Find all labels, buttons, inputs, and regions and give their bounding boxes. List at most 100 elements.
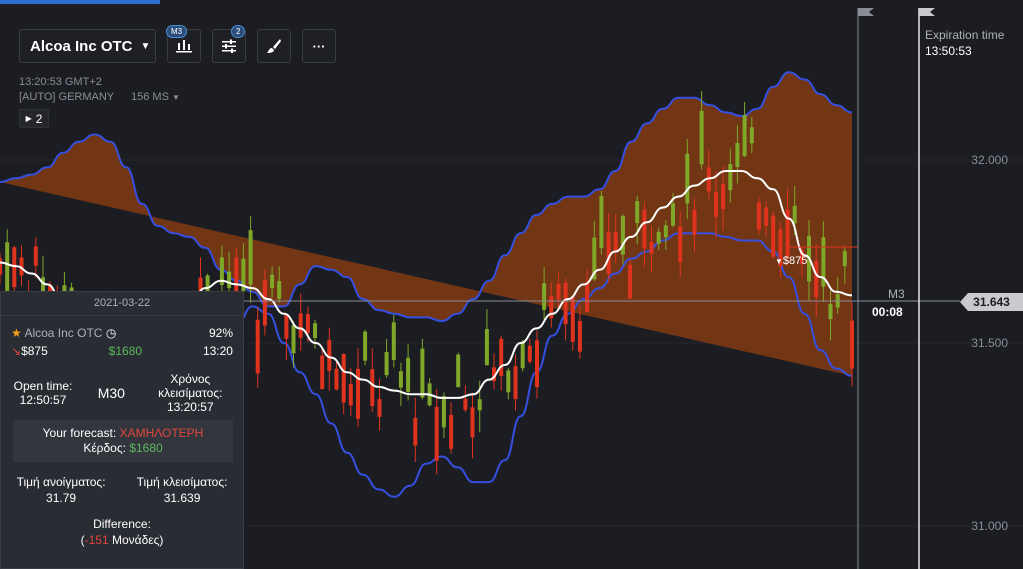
candle-body [714, 192, 718, 217]
difference-label: Difference: [93, 517, 151, 531]
candle-body [656, 231, 661, 244]
current-timeframe: M3 [888, 287, 905, 301]
candle-body [227, 271, 232, 288]
candle-body [370, 369, 375, 406]
candle-body [764, 207, 769, 226]
chevron-down-icon: ▼ [171, 93, 180, 102]
candle-body [792, 205, 797, 224]
arrow-down-icon: ▼ [775, 257, 783, 266]
asset-name: Alcoa Inc OTC [30, 37, 133, 55]
candle-body [413, 417, 418, 446]
candle-body [771, 215, 776, 257]
candle-body [613, 232, 618, 251]
candle-body [391, 322, 396, 360]
profit-label: Κέρδος: [83, 441, 126, 455]
timeframe-button[interactable]: M3 [166, 25, 201, 63]
candle-body [585, 281, 590, 312]
candle-body [742, 115, 747, 157]
candle-body [628, 264, 633, 299]
server-region: [AUTO] GERMANY [19, 91, 115, 103]
trade-asset: ★ Alcoa Inc OTC ◷ [11, 326, 116, 340]
candle-body [850, 320, 854, 369]
candle-body [305, 314, 310, 333]
latency-selector[interactable]: 156 MS ▼ [131, 91, 180, 103]
candle-body [12, 247, 17, 288]
candle-body [721, 184, 726, 210]
clock-icon: ◷ [105, 326, 117, 340]
candle-body [542, 283, 547, 310]
trade-date: 2021-03-22 [1, 292, 243, 316]
close-time-value: 13:20:57 [166, 400, 214, 414]
candle-body [291, 325, 296, 354]
trade-payout: 92% [208, 326, 233, 340]
candle-body [248, 230, 253, 285]
candle-body [606, 232, 611, 274]
candle-body [456, 354, 461, 388]
candle-body [262, 280, 267, 326]
candle-body [527, 345, 532, 362]
candle-body [255, 319, 260, 374]
close-time-label: Χρόνος κλεισίματος: [158, 372, 223, 400]
candle-body [678, 226, 683, 263]
candle-body [363, 331, 368, 361]
candle-body [649, 242, 654, 254]
candle-body [284, 314, 289, 339]
candle-body [520, 341, 525, 369]
expiration-label: Expiration time [925, 28, 1005, 42]
candle-body [735, 143, 740, 167]
now-flag-icon [858, 8, 874, 16]
close-price-label: Τιμή κλεισίματος: [136, 475, 228, 489]
trade-marker-amount: $875 [782, 255, 808, 267]
drawing-tools-button[interactable] [257, 29, 291, 63]
close-price-value: 31.639 [163, 491, 201, 505]
indicators-button[interactable]: 2 [212, 25, 246, 63]
candle-body [434, 406, 439, 461]
open-time-value: 12:50:57 [19, 393, 67, 407]
candle-body [814, 260, 819, 298]
current-price-tag: 31.643 [960, 293, 1023, 311]
candle-body [313, 323, 317, 338]
candle-body [842, 250, 847, 267]
open-price-label: Τιμή ανοίγματος: [16, 475, 106, 489]
trade-asset-name: Alcoa Inc OTC [24, 326, 103, 340]
candle-body [341, 354, 346, 403]
candle-body [406, 357, 411, 392]
server-time: 13:20:53 GMT+2 [19, 76, 102, 88]
trade-amount: $875 [21, 344, 48, 358]
candle-body [384, 352, 389, 376]
candle-body [420, 348, 425, 398]
candle-body [556, 283, 561, 300]
candle-body [570, 297, 575, 342]
forecast-value: ΧΑΜΗΛΟΤΕΡΗ [119, 426, 204, 440]
candle-body [0, 258, 2, 275]
asset-selector-button[interactable]: Alcoa Inc OTC ▼ [19, 29, 156, 63]
play-icon: ▶ [25, 114, 32, 123]
top-progress-bar [0, 0, 160, 4]
candle-body [685, 153, 690, 204]
candle-body [441, 396, 446, 428]
timeframe-badge: M3 [166, 25, 188, 38]
trade-details-panel: 2021-03-22 ★ Alcoa Inc OTC ◷ 92% ↘$875 $… [0, 291, 244, 569]
more-options-button[interactable]: ··· [302, 29, 336, 63]
candle-body [334, 368, 339, 390]
open-trades-toggle[interactable]: ▶ 2 [19, 109, 49, 128]
y-axis-tick-label: 31.500 [971, 336, 1008, 350]
trade-profit: $1680 [108, 344, 143, 358]
expiration-time: 13:50:53 [925, 44, 972, 58]
candle-body [535, 340, 539, 388]
candle-body [728, 164, 733, 191]
forecast-box: Your forecast: ΧΑΜΗΛΟΤΕΡΗ Κέρδος: $1680 [13, 420, 233, 462]
candle-body [513, 366, 518, 399]
difference-line: (-151 Μονάδες) [80, 533, 164, 547]
brush-icon [267, 39, 281, 53]
difference-unit: Μονάδες) [111, 533, 164, 547]
difference-value: -151 [84, 533, 109, 547]
sliders-icon [222, 39, 236, 53]
expiration-flag-icon [919, 8, 935, 16]
candle-body [499, 338, 504, 376]
chevron-down-icon: ▼ [140, 40, 151, 52]
candle-body [635, 201, 640, 224]
trade-period: M30 [97, 385, 125, 401]
trade-marker[interactable]: ▼$875 [775, 255, 807, 267]
candle-body [298, 313, 303, 338]
